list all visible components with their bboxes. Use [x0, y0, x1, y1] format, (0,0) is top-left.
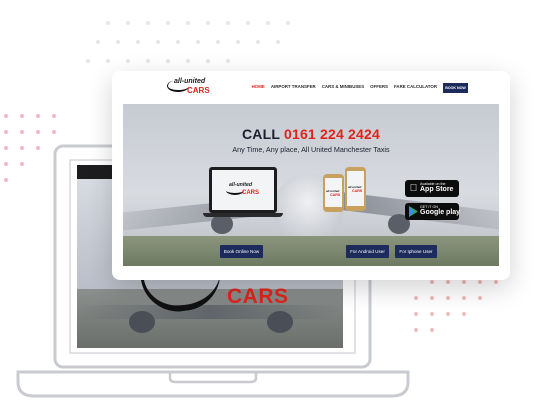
- website-preview: all-united CARS HOME AIRPORT TRANSFER CA…: [112, 71, 510, 280]
- book-now-button[interactable]: BOOK NOW: [443, 83, 468, 93]
- app-store-label: App Store: [420, 186, 454, 193]
- device-phone-mockup: all-united CARS: [323, 174, 344, 212]
- plane-engine-left: [211, 214, 233, 234]
- book-online-button[interactable]: Book Online Now: [220, 245, 263, 258]
- site-header: all-united CARS HOME AIRPORT TRANSFER CA…: [112, 71, 510, 104]
- device-laptop-base: [203, 213, 283, 217]
- device-laptop-screen: all-united CARS: [212, 170, 274, 210]
- apple-icon: : [409, 183, 418, 194]
- play-icon: [409, 206, 418, 217]
- logo-text-bottom: CARS: [187, 86, 210, 95]
- call-prefix: CALL: [242, 126, 280, 142]
- iphone-user-button[interactable]: For Iphone User: [395, 245, 437, 258]
- device-laptop-mockup: all-united CARS: [209, 167, 277, 213]
- laptop-screen-wing: [77, 305, 343, 319]
- hero-tagline: Any Time, Any place, All United Manchest…: [232, 145, 390, 154]
- hero-banner: CALL 0161 224 2424 Any Time, Any place, …: [123, 104, 499, 266]
- menu-item-home[interactable]: HOME: [252, 84, 265, 89]
- site-logo[interactable]: all-united CARS: [167, 77, 217, 95]
- logo-text-top: all-united: [174, 78, 206, 85]
- hero-ground: [123, 236, 499, 266]
- phone-number[interactable]: 0161 224 2424: [284, 126, 380, 142]
- device-phone-screen: all-united CARS: [347, 171, 364, 206]
- main-menu: HOME AIRPORT TRANSFER CARS & MINIBUSES O…: [252, 84, 437, 89]
- menu-item-airport-transfer[interactable]: AIRPORT TRANSFER: [271, 84, 316, 89]
- google-play-label: Google play: [420, 209, 461, 216]
- device-logo-bottom: CARS: [242, 190, 260, 196]
- menu-item-fare-calculator[interactable]: FARE CALCULATOR: [394, 84, 437, 89]
- device-logo-top: all-united: [229, 182, 253, 188]
- call-heading: CALL 0161 224 2424: [123, 126, 499, 142]
- device-phone-screen: all-united CARS: [325, 178, 342, 207]
- laptop-screen-engine: [129, 311, 155, 333]
- phone-logo-bottom: CARS: [352, 189, 363, 193]
- menu-item-offers[interactable]: OFFERS: [370, 84, 388, 89]
- laptop-screen-engine: [267, 311, 293, 333]
- google-play-badge[interactable]: GET IT ON Google play: [405, 203, 461, 220]
- app-store-badge[interactable]:  Available on the App Store: [405, 180, 459, 197]
- menu-item-cars-minibuses[interactable]: CARS & MINIBUSES: [322, 84, 364, 89]
- android-user-button[interactable]: For Android User: [346, 245, 389, 258]
- device-phone-mockup: all-united CARS: [345, 167, 366, 211]
- phone-logo-bottom: CARS: [330, 193, 341, 197]
- laptop-screen-brand: CARS: [227, 285, 289, 308]
